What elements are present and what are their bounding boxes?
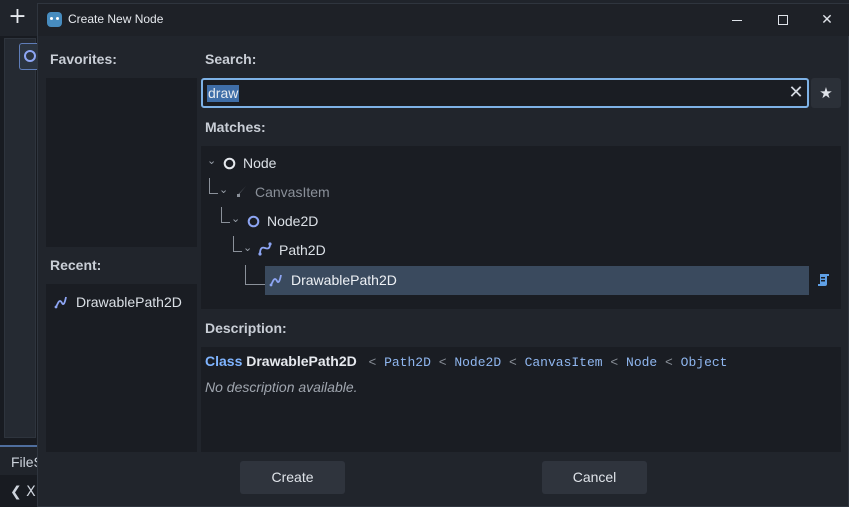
description-text: No description available. [205,379,358,395]
godot-logo-icon [47,12,62,27]
tree-guide-line [245,265,265,285]
recent-item-drawablepath2d[interactable]: DrawablePath2D [54,292,194,312]
filesystem-nav[interactable]: ❮ X [10,484,36,500]
search-input[interactable]: draw ✕ [201,78,809,108]
inherits-link[interactable]: Path2D [384,355,431,370]
tree-item-drawablepath2d[interactable]: DrawablePath2D [265,266,809,294]
favorite-star-button[interactable]: ★ [811,78,841,108]
node-circle-icon [223,157,236,170]
matches-label: Matches: [205,119,266,135]
tree-item-canvasitem[interactable]: ⌄ CanvasItem [201,178,801,206]
clear-search-icon[interactable]: ✕ [786,83,806,103]
search-label: Search: [205,51,257,67]
path2d-icon [258,242,272,256]
close-icon: ✕ [821,12,833,28]
inherits-link[interactable]: Node2D [454,355,501,370]
chevron-down-icon[interactable]: ⌄ [243,241,252,254]
path-curve-icon [269,274,282,287]
tree-item-label: Path2D [279,242,326,258]
chevron-down-icon[interactable]: ⌄ [207,154,216,167]
node2d-circle-icon [247,215,260,228]
chevron-down-icon[interactable]: ⌄ [231,212,240,225]
class-name: DrawablePath2D [246,353,357,369]
node-circle-icon [24,50,36,62]
recent-label: Recent: [50,257,102,273]
cancel-button[interactable]: Cancel [542,461,647,494]
description-label: Description: [205,320,287,336]
inherits-link[interactable]: Node [626,355,657,370]
inherits-link[interactable]: Object [681,355,728,370]
scene-root-item[interactable] [19,43,37,70]
search-input-value: draw [207,85,240,102]
scene-dock [4,38,36,438]
class-keyword: Class [205,353,243,369]
path-curve-icon [54,296,67,309]
maximize-button[interactable] [760,4,806,36]
chevron-down-icon[interactable]: ⌄ [219,183,228,196]
favorites-label: Favorites: [50,51,117,67]
tree-item-label: DrawablePath2D [291,272,397,288]
title-bar: Create New Node ✕ [38,4,849,36]
inheritance-chain: < Path2D < Node2D < CanvasItem < Node < … [368,355,728,370]
recent-list[interactable]: DrawablePath2D [46,284,197,452]
tree-item-label: Node [243,155,277,171]
create-button[interactable]: Create [240,461,345,494]
script-icon[interactable] [816,272,832,288]
filesystem-tab[interactable]: FileS [0,445,43,475]
tree-item-node2d[interactable]: ⌄ Node2D [201,207,801,235]
tree-item-path2d[interactable]: ⌄ Path2D [201,236,801,264]
recent-item-label: DrawablePath2D [76,294,182,310]
tree-item-node[interactable]: ⌄ Node [201,149,801,177]
description-panel: Class DrawablePath2D < Path2D < Node2D <… [201,347,841,452]
star-icon: ★ [819,84,833,102]
create-node-dialog: Create New Node ✕ Favorites: Recent: Dra… [37,3,849,507]
tree-item-label: CanvasItem [255,184,330,200]
dialog-title: Create New Node [68,12,164,26]
class-header: Class DrawablePath2D < Path2D < Node2D <… [205,353,727,370]
brush-icon [237,186,246,197]
matches-tree[interactable]: ⌄ Node ⌄ CanvasItem ⌄ Node2D ⌄ Path2D Dr… [201,146,841,309]
maximize-icon [778,15,788,25]
tree-item-label: Node2D [267,213,319,229]
minimize-button[interactable] [714,4,760,36]
inherits-link[interactable]: CanvasItem [525,355,603,370]
favorites-list[interactable] [46,78,197,247]
add-node-button[interactable]: + [4,5,31,30]
close-button[interactable]: ✕ [804,4,849,36]
minimize-icon [732,20,742,21]
